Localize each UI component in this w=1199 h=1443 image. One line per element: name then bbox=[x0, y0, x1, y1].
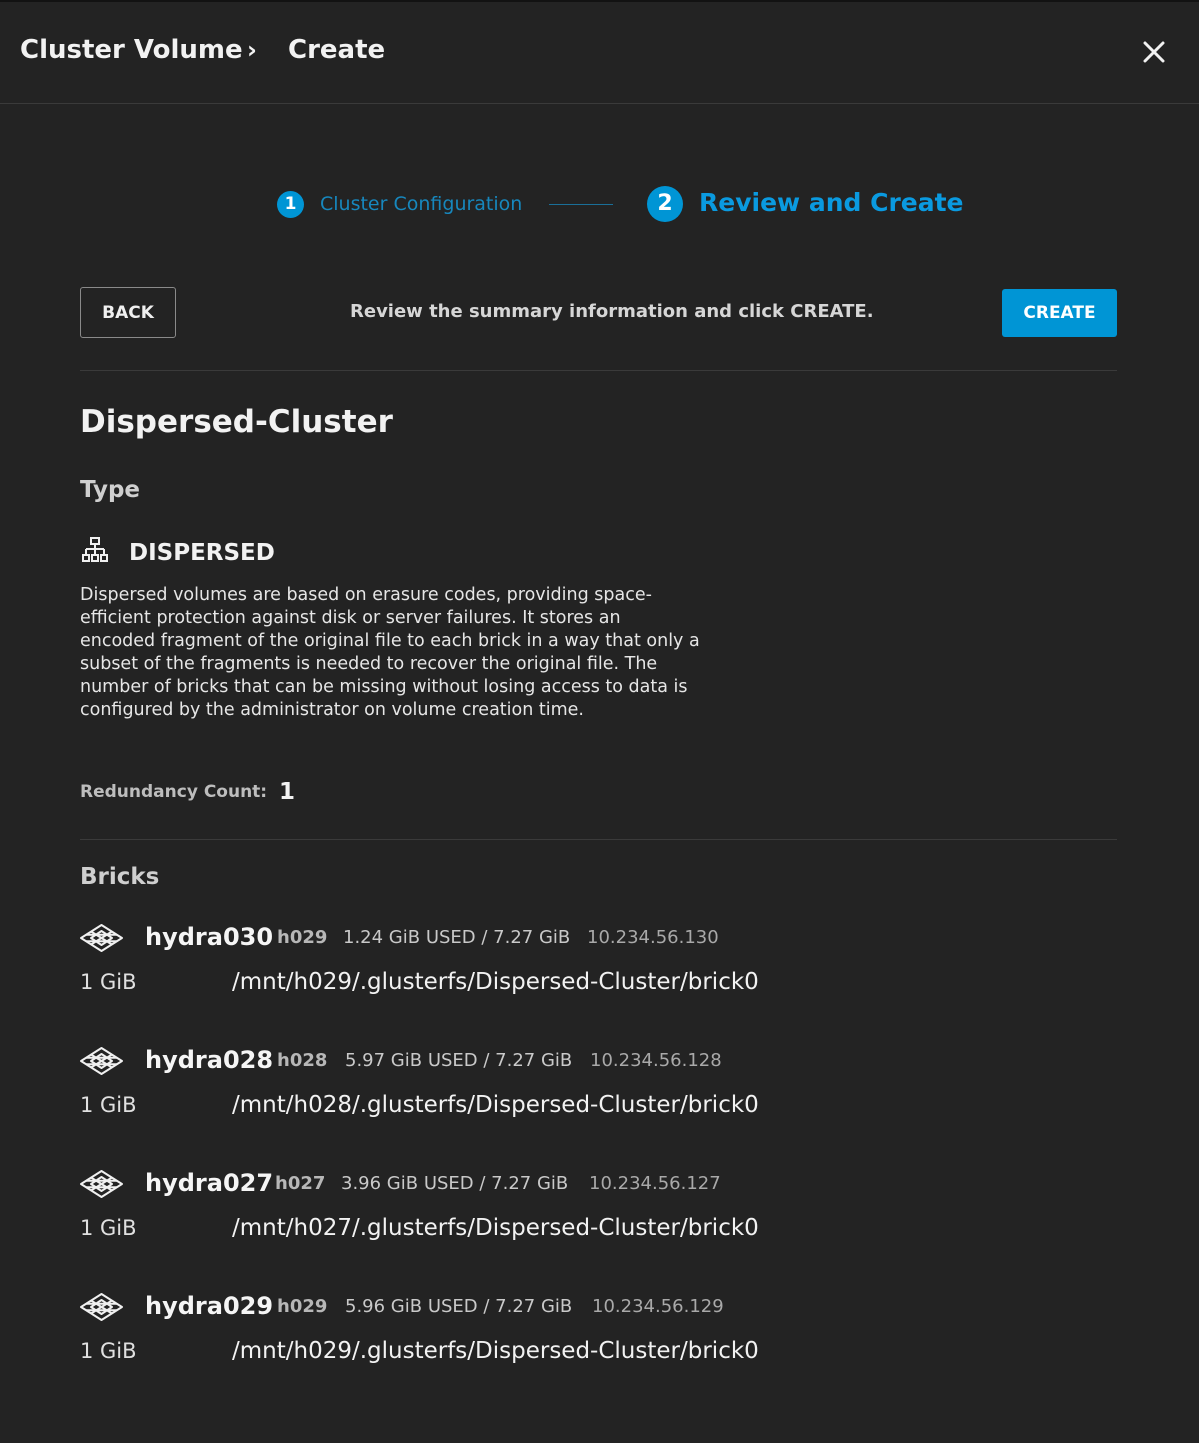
type-description: Dispersed volumes are based on erasure c… bbox=[80, 585, 700, 720]
brick-ip: 10.234.56.129 bbox=[592, 1296, 724, 1317]
brick-usage: 5.97 GiB USED / 7.27 GiB bbox=[345, 1050, 573, 1071]
divider bbox=[80, 370, 1117, 371]
redundancy-count-value: 1 bbox=[279, 779, 296, 805]
dialog-header: Cluster Volume › Create bbox=[0, 2, 1199, 104]
brick-size: 1 GiB bbox=[80, 1339, 137, 1363]
brick-item: hydra027 h027 3.96 GiB USED / 7.27 GiB 1… bbox=[0, 1169, 1199, 1259]
summary-instruction: Review the summary information and click… bbox=[350, 301, 874, 322]
brick-usage: 1.24 GiB USED / 7.27 GiB bbox=[343, 927, 571, 948]
breadcrumb-separator: › bbox=[247, 36, 257, 64]
breadcrumb-create: Create bbox=[288, 35, 386, 65]
brick-host: hydra030 bbox=[145, 923, 274, 951]
brick-short-name: h029 bbox=[277, 927, 328, 948]
brick-host: hydra029 bbox=[145, 1292, 274, 1320]
brick-ip: 10.234.56.128 bbox=[590, 1050, 722, 1071]
brick-short-name: h029 bbox=[277, 1296, 328, 1317]
server-node-icon bbox=[80, 1293, 123, 1321]
brick-path: /mnt/h029/.glusterfs/Dispersed-Cluster/b… bbox=[232, 969, 759, 995]
step-2-number: 2 bbox=[647, 186, 683, 222]
brick-size: 1 GiB bbox=[80, 970, 137, 994]
step-1-number[interactable]: 1 bbox=[277, 191, 304, 218]
server-node-icon bbox=[80, 924, 123, 952]
brick-usage: 3.96 GiB USED / 7.27 GiB bbox=[341, 1173, 569, 1194]
type-name: DISPERSED bbox=[129, 540, 275, 566]
redundancy-count-label: Redundancy Count: bbox=[80, 782, 268, 802]
breadcrumb-cluster-volume[interactable]: Cluster Volume bbox=[20, 35, 243, 65]
step-1-label[interactable]: Cluster Configuration bbox=[320, 193, 522, 215]
stepper: 1 Cluster Configuration 2 Review and Cre… bbox=[0, 186, 1199, 226]
brick-path: /mnt/h029/.glusterfs/Dispersed-Cluster/b… bbox=[232, 1338, 759, 1364]
brick-path: /mnt/h027/.glusterfs/Dispersed-Cluster/b… bbox=[232, 1215, 759, 1241]
server-node-icon bbox=[80, 1170, 123, 1198]
type-heading: Type bbox=[80, 477, 141, 503]
step-2-label: Review and Create bbox=[699, 188, 964, 217]
brick-short-name: h027 bbox=[275, 1173, 326, 1194]
cluster-name: Dispersed-Cluster bbox=[80, 404, 393, 440]
brick-short-name: h028 bbox=[277, 1050, 328, 1071]
brick-item: hydra029 h029 5.96 GiB USED / 7.27 GiB 1… bbox=[0, 1292, 1199, 1382]
divider bbox=[80, 839, 1117, 840]
brick-item: hydra030 h029 1.24 GiB USED / 7.27 GiB 1… bbox=[0, 923, 1199, 1013]
brick-ip: 10.234.56.127 bbox=[589, 1173, 721, 1194]
stepper-connector bbox=[549, 204, 613, 205]
brick-size: 1 GiB bbox=[80, 1216, 137, 1240]
brick-ip: 10.234.56.130 bbox=[587, 927, 719, 948]
brick-host: hydra028 bbox=[145, 1046, 274, 1074]
network-hierarchy-icon bbox=[82, 537, 108, 563]
close-icon[interactable] bbox=[1140, 38, 1168, 66]
brick-host: hydra027 bbox=[145, 1169, 274, 1197]
brick-path: /mnt/h028/.glusterfs/Dispersed-Cluster/b… bbox=[232, 1092, 759, 1118]
close-icon-glyph bbox=[1143, 41, 1165, 63]
brick-usage: 5.96 GiB USED / 7.27 GiB bbox=[345, 1296, 573, 1317]
network-hierarchy-icon-glyph bbox=[82, 537, 108, 562]
brick-item: hydra028 h028 5.97 GiB USED / 7.27 GiB 1… bbox=[0, 1046, 1199, 1136]
brick-size: 1 GiB bbox=[80, 1093, 137, 1117]
server-node-icon bbox=[80, 1047, 123, 1075]
bricks-heading: Bricks bbox=[80, 864, 160, 890]
create-button[interactable]: CREATE bbox=[1002, 289, 1117, 337]
back-button[interactable]: BACK bbox=[80, 287, 176, 338]
